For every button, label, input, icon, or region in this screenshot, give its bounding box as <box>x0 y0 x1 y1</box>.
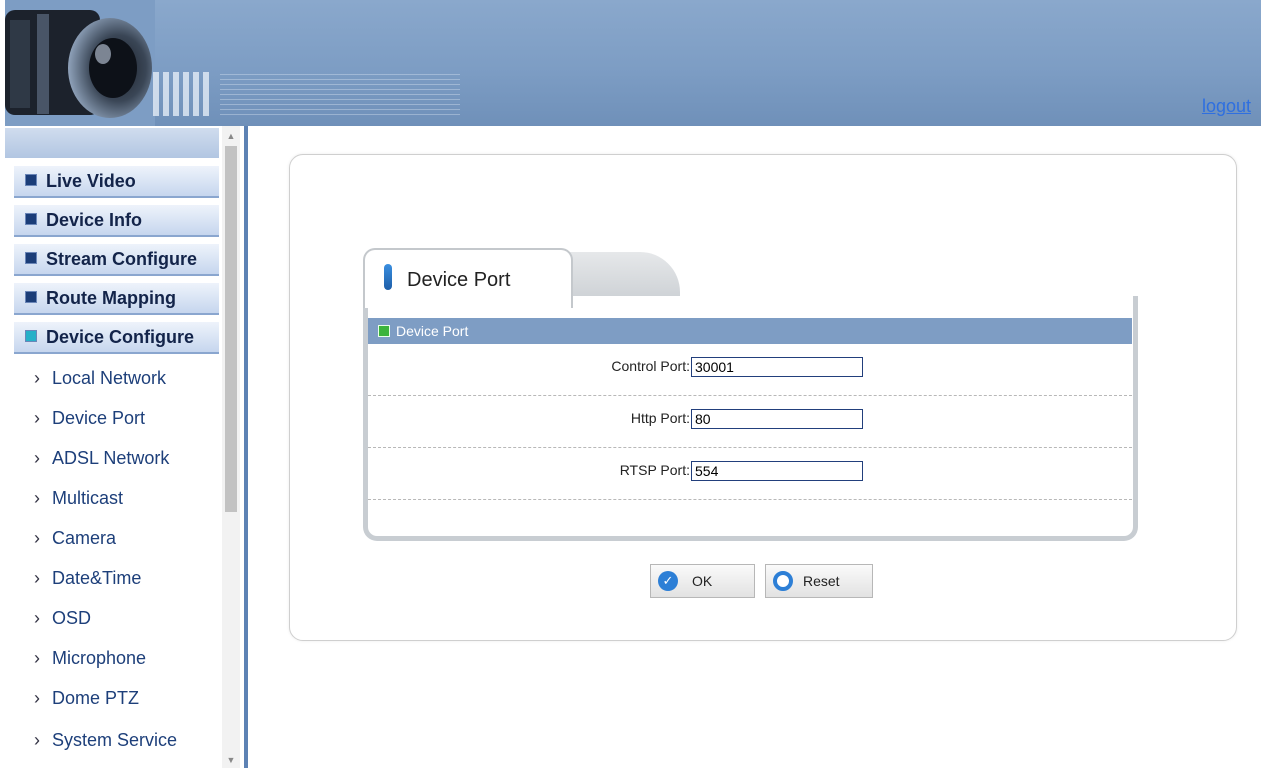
menu-item-label: Live Video <box>46 171 136 191</box>
section-arrow-icon <box>378 325 390 338</box>
sub-item-device-port[interactable]: › Device Port <box>34 408 145 429</box>
tab-indicator-icon <box>384 264 392 290</box>
menu-item-live-video[interactable]: Live Video <box>14 166 219 198</box>
sub-item-camera[interactable]: › Camera <box>34 528 116 549</box>
section-header: Device Port <box>368 318 1132 344</box>
sub-item-label: Device Port <box>52 408 146 428</box>
http-port-label: Http Port: <box>630 410 690 426</box>
header-banner: logout <box>5 0 1261 126</box>
sub-item-label: Microphone <box>52 648 147 668</box>
sub-item-date-time[interactable]: › Date&Time <box>34 568 141 589</box>
rtsp-port-row: RTSP Port: <box>368 448 1132 500</box>
menu-item-label: Device Configure <box>46 327 195 347</box>
checkmark-icon: ✓ <box>658 571 678 592</box>
sub-item-local-network[interactable]: › Local Network <box>34 368 166 389</box>
sub-item-label: Multicast <box>52 488 124 508</box>
reset-circle-icon <box>773 571 793 592</box>
sidebar-header-strip <box>5 128 219 158</box>
sub-item-label: Date&Time <box>52 568 142 588</box>
http-port-input[interactable] <box>691 409 863 429</box>
ok-button-label: OK <box>692 573 713 589</box>
sub-item-microphone[interactable]: › Microphone <box>34 648 146 669</box>
sub-item-label: OSD <box>52 608 92 628</box>
sidebar-scrollbar[interactable]: ▲ ▼ <box>222 126 240 768</box>
sub-item-label: System Service <box>52 730 178 750</box>
section-title: Device Port <box>396 323 469 339</box>
scroll-up-arrow-icon[interactable]: ▲ <box>222 128 240 144</box>
chevron-right-icon: › <box>34 448 40 468</box>
chevron-right-icon: › <box>34 488 40 508</box>
tab-title: Device Port <box>407 269 511 291</box>
menu-bullet-icon <box>25 213 37 226</box>
sidebar-nav: Live Video Device Info Stream Configure … <box>0 126 248 768</box>
control-port-row: Control Port: <box>368 344 1132 396</box>
control-port-label: Control Port: <box>611 358 690 374</box>
sub-item-multicast[interactable]: › Multicast <box>34 488 123 509</box>
rtsp-port-label: RTSP Port: <box>619 462 690 478</box>
chevron-right-icon: › <box>34 730 40 750</box>
scroll-down-arrow-icon[interactable]: ▼ <box>222 752 240 768</box>
sub-item-label: Local Network <box>52 368 167 388</box>
menu-item-stream-configure[interactable]: Stream Configure <box>14 244 219 276</box>
sub-item-adsl-network[interactable]: › ADSL Network <box>34 448 169 469</box>
chevron-right-icon: › <box>34 368 40 388</box>
menu-bullet-icon <box>25 252 37 265</box>
logout-link[interactable]: logout <box>1202 96 1251 117</box>
tab-device-port[interactable]: Device Port <box>363 248 573 308</box>
chevron-right-icon: › <box>34 528 40 548</box>
chevron-right-icon: › <box>34 568 40 588</box>
menu-item-device-info[interactable]: Device Info <box>14 205 219 237</box>
http-port-row: Http Port: <box>368 396 1132 448</box>
sub-item-osd[interactable]: › OSD <box>34 608 91 629</box>
camera-lens-image <box>5 0 155 126</box>
sub-item-dome-ptz[interactable]: › Dome PTZ <box>34 688 139 709</box>
ok-button[interactable]: ✓ OK <box>650 564 755 598</box>
reset-button-label: Reset <box>803 573 840 589</box>
menu-bullet-icon <box>25 174 37 187</box>
menu-item-route-mapping[interactable]: Route Mapping <box>14 283 219 315</box>
chevron-right-icon: › <box>34 608 40 628</box>
chevron-right-icon: › <box>34 648 40 668</box>
chevron-right-icon: › <box>34 688 40 708</box>
sub-item-system-service[interactable]: › System Service <box>34 730 177 751</box>
sub-item-label: ADSL Network <box>52 448 170 468</box>
menu-item-label: Stream Configure <box>46 249 198 269</box>
reset-button[interactable]: Reset <box>765 564 873 598</box>
chevron-right-icon: › <box>34 408 40 428</box>
menu-item-device-configure[interactable]: Device Configure <box>14 322 219 354</box>
menu-bullet-icon <box>25 291 37 304</box>
sub-item-label: Dome PTZ <box>52 688 140 708</box>
menu-item-label: Device Info <box>46 210 143 230</box>
decorative-bars <box>153 72 213 116</box>
control-port-input[interactable] <box>691 357 863 377</box>
rtsp-port-input[interactable] <box>691 461 863 481</box>
scrollbar-thumb[interactable] <box>225 146 237 512</box>
sub-item-label: Camera <box>52 528 117 548</box>
decorative-text-pattern <box>220 74 460 116</box>
menu-bullet-active-icon <box>25 330 37 343</box>
menu-item-label: Route Mapping <box>46 288 176 308</box>
